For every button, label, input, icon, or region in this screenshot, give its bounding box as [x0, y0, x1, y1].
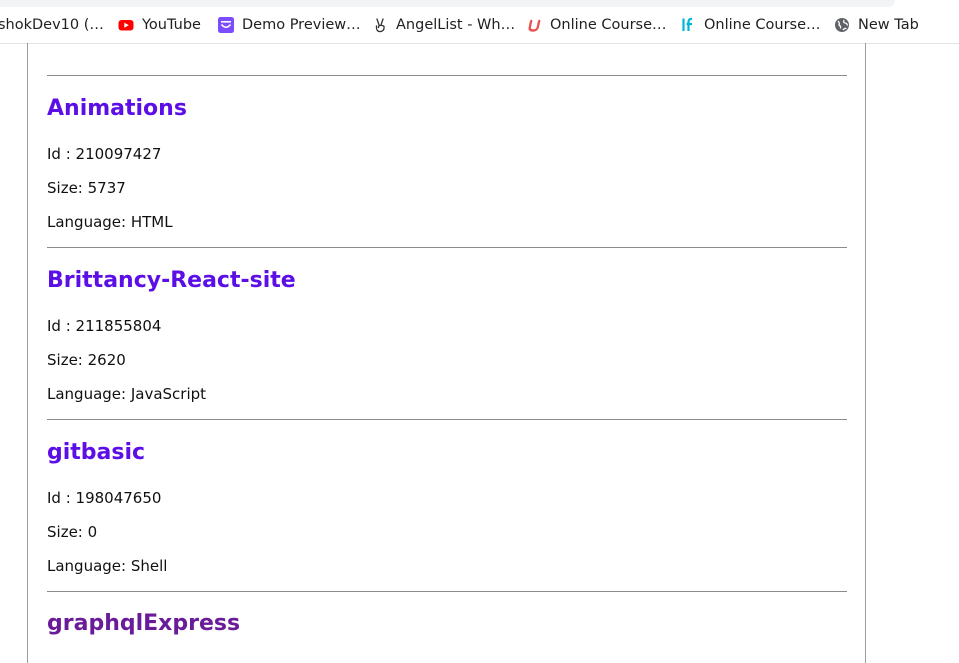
preview-icon — [218, 17, 234, 33]
bookmark-angellist[interactable]: AngelList - Wh… — [372, 15, 515, 35]
repo-id: Id : 198047650 — [47, 489, 162, 507]
angellist-icon — [372, 17, 388, 33]
bookmark-label: shokDev10 (… — [0, 17, 104, 33]
repo-language: Language: HTML — [47, 213, 173, 231]
youtube-icon — [118, 17, 134, 33]
repo-name-link[interactable]: Brittancy-React-site — [47, 268, 296, 293]
bookmark-label: Online Course… — [550, 17, 667, 33]
repo-size: Size: 5737 — [47, 179, 126, 197]
repo-name-link[interactable]: Animations — [47, 96, 187, 121]
tab-strip-edge — [0, 0, 895, 7]
divider — [47, 419, 847, 420]
bookmark-label: AngelList - Wh… — [396, 17, 516, 33]
udemy-icon — [526, 17, 542, 33]
repo-size: Size: 2620 — [47, 351, 126, 369]
divider — [47, 591, 847, 592]
repo-language: Language: Shell — [47, 557, 168, 575]
repo-size: Size: 0 — [47, 523, 98, 541]
repo-name-link[interactable]: graphqlExpress — [47, 611, 240, 636]
repo-id: Id : 211855804 — [47, 317, 162, 335]
repo-language: Language: JavaScript — [47, 385, 207, 403]
bookmarks-bar: shokDev10 (… YouTube Demo Preview… Angel… — [0, 0, 959, 44]
bookmark-label: YouTube — [142, 17, 201, 33]
bookmark-online-course-lf[interactable]: Online Course… — [680, 15, 821, 35]
bookmark-online-course-udemy[interactable]: Online Course… — [526, 15, 667, 35]
repo-name-link[interactable]: gitbasic — [47, 440, 145, 465]
lf-icon — [680, 17, 696, 33]
bookmark-label: Demo Preview… — [242, 17, 361, 33]
divider — [47, 247, 847, 248]
bookmark-youtube[interactable]: YouTube — [118, 15, 201, 35]
bookmark-label: New Tab — [858, 17, 919, 33]
divider — [47, 75, 847, 76]
bookmark-new-tab[interactable]: New Tab — [834, 15, 919, 35]
globe-icon — [834, 17, 850, 33]
bookmark-demo-preview[interactable]: Demo Preview… — [218, 15, 361, 35]
bookmark-label: Online Course… — [704, 17, 821, 33]
bookmark-github[interactable]: shokDev10 (… — [0, 15, 104, 35]
repo-id: Id : 210097427 — [47, 145, 162, 163]
